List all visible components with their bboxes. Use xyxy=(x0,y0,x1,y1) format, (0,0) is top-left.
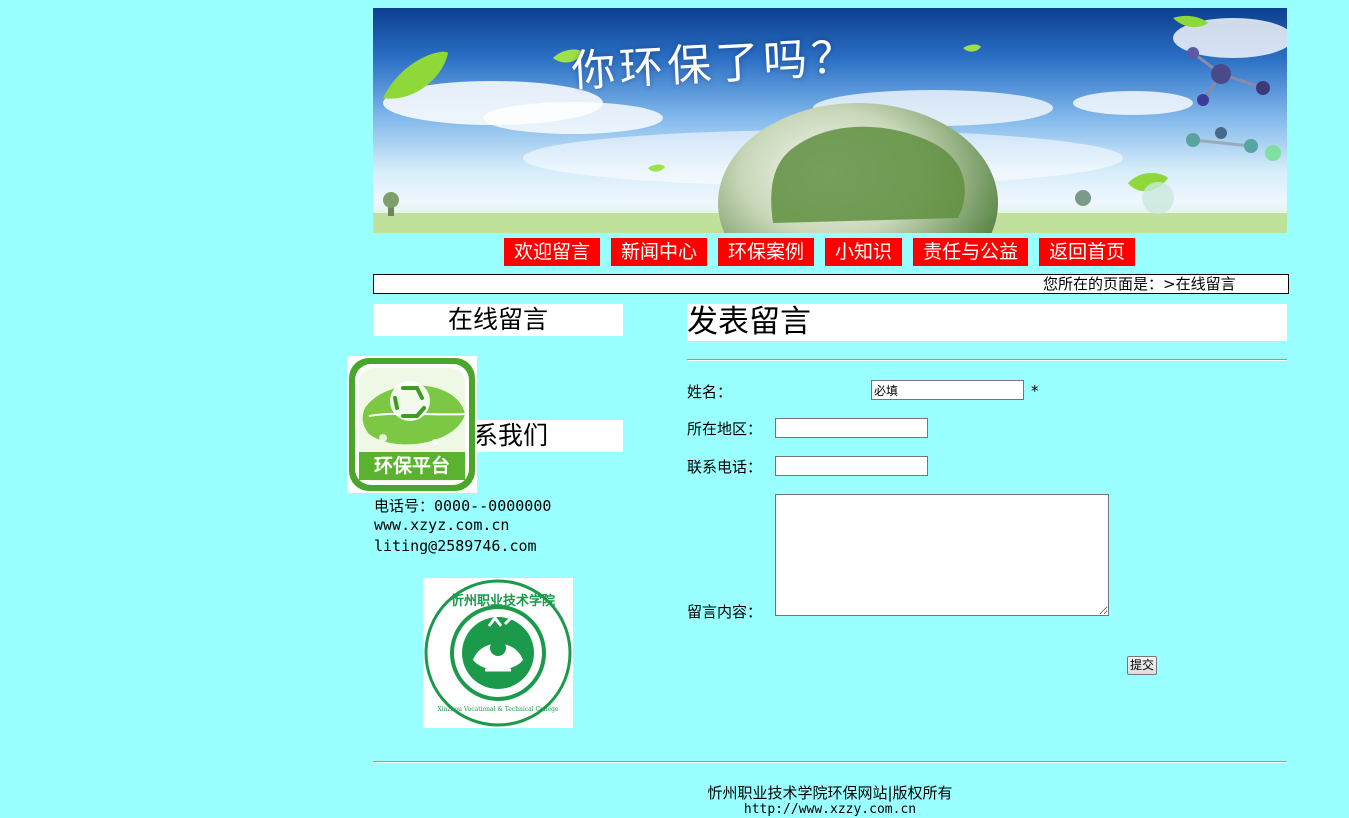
nav-item-eco-cases[interactable]: 环保案例 xyxy=(718,238,815,266)
name-label: 姓名： xyxy=(687,383,733,401)
phone-label: 联系电话： xyxy=(687,458,763,476)
name-input[interactable] xyxy=(871,380,1024,400)
breadcrumb-text: 您所在的页面是：>在线留言 xyxy=(1043,275,1236,293)
contact-email[interactable]: liting@2589746.com xyxy=(374,537,537,555)
nav-item-welcome-message[interactable]: 欢迎留言 xyxy=(504,238,601,266)
sidebar-heading-message: 在线留言 xyxy=(373,304,623,336)
footer-copyright: 忻州职业技术学院环保网站|版权所有 xyxy=(707,784,953,802)
form-title: 发表留言 xyxy=(687,304,1287,341)
college-seal-english: Xinzhou Vocational & Technical College xyxy=(437,706,559,713)
required-mark: * xyxy=(1031,382,1039,400)
eco-platform-logo-text: 环保平台 xyxy=(373,455,450,477)
footer-divider xyxy=(373,761,1287,763)
region-input[interactable] xyxy=(775,418,928,438)
eco-platform-logo: 环保平台 xyxy=(347,356,477,493)
nav-item-news-center[interactable]: 新闻中心 xyxy=(611,238,708,266)
page: 你环保了吗？ 欢迎留言 新闻中心 环保案例 小知识 责任与公益 返回首页 您所在… xyxy=(0,0,1349,818)
header-banner: 你环保了吗？ xyxy=(373,8,1287,233)
breadcrumb: 您所在的页面是：>在线留言 xyxy=(373,274,1289,294)
nav-item-home[interactable]: 返回首页 xyxy=(1039,238,1136,266)
college-seal-name: 忻州职业技术学院 xyxy=(451,594,556,609)
contact-website[interactable]: www.xzyz.com.cn xyxy=(374,516,509,534)
college-seal-logo: 忻州职业技术学院 Xinzhou Vocational & Technical … xyxy=(423,578,573,728)
message-textarea[interactable] xyxy=(775,494,1109,616)
phone-input[interactable] xyxy=(775,456,928,476)
content-label: 留言内容： xyxy=(687,603,763,621)
nav-item-tips[interactable]: 小知识 xyxy=(825,238,903,266)
region-label: 所在地区： xyxy=(687,420,763,438)
main-nav: 欢迎留言 新闻中心 环保案例 小知识 责任与公益 返回首页 xyxy=(504,238,1136,266)
form-divider xyxy=(687,359,1287,361)
submit-button[interactable]: 提交 xyxy=(1127,656,1157,675)
nav-item-responsibility[interactable]: 责任与公益 xyxy=(913,238,1029,266)
footer-url[interactable]: http://www.xzzy.com.cn xyxy=(373,802,1287,817)
contact-phone: 电话号：0000--0000000 xyxy=(374,497,552,515)
